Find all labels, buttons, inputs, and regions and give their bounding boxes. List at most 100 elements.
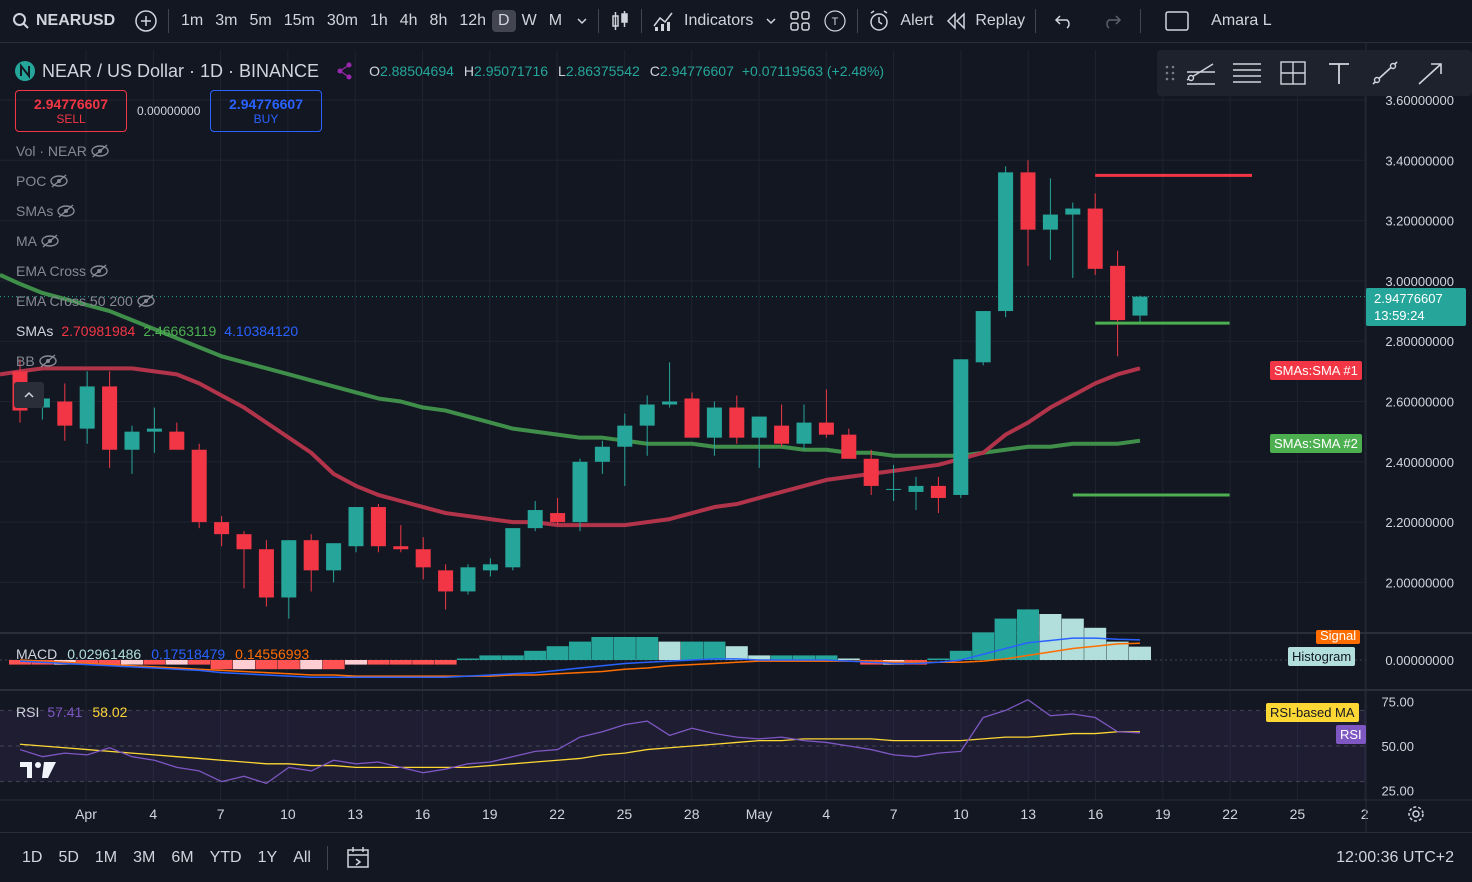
candle-down bbox=[169, 431, 185, 450]
range-all[interactable]: All bbox=[285, 849, 319, 867]
replay-button[interactable]: Replay bbox=[939, 0, 1031, 42]
close-value: 2.94776607 bbox=[659, 63, 734, 79]
candle-down bbox=[102, 386, 118, 450]
current-price-tag: 2.94776607 13:59:24 bbox=[1366, 288, 1466, 326]
time-axis-label: 28 bbox=[684, 806, 700, 822]
range-1m[interactable]: 1M bbox=[87, 849, 125, 867]
range-6m[interactable]: 6M bbox=[163, 849, 201, 867]
legend-ma[interactable]: MA bbox=[16, 233, 59, 249]
legend-smas-hidden[interactable]: SMAs bbox=[16, 203, 76, 219]
rsi-ma-tag: RSI-based MA bbox=[1266, 703, 1359, 722]
gear-icon[interactable] bbox=[1406, 804, 1426, 824]
sell-button[interactable]: 2.94776607 SELL bbox=[15, 90, 127, 132]
candle-up bbox=[348, 507, 364, 547]
timeframe-30m[interactable]: 30m bbox=[321, 10, 364, 32]
candle-down bbox=[930, 485, 946, 498]
rsi-axis-label: 50.00 bbox=[1381, 739, 1414, 754]
legend-rsi[interactable]: RSI 57.41 58.02 bbox=[16, 704, 127, 720]
chart-type-button[interactable] bbox=[603, 0, 637, 42]
eye-slash-icon[interactable] bbox=[90, 264, 108, 278]
symbol-name: NEARUSD bbox=[36, 12, 116, 29]
time-axis-label: 16 bbox=[1088, 806, 1104, 822]
trend-lines-icon[interactable] bbox=[1183, 58, 1219, 88]
arrow-icon[interactable] bbox=[1413, 58, 1449, 88]
timeframe-group: 1m 3m 5m 15m 30m 1h 4h 8h 12h D W M bbox=[173, 0, 570, 42]
timeframe-8h[interactable]: 8h bbox=[424, 10, 454, 32]
plus-circle-icon bbox=[135, 10, 157, 32]
timeframe-D[interactable]: D bbox=[492, 10, 516, 32]
undo-button[interactable] bbox=[1040, 0, 1088, 42]
divider bbox=[168, 9, 169, 33]
timeframe-M[interactable]: M bbox=[543, 10, 568, 32]
candle-down bbox=[729, 407, 745, 438]
legend-smas[interactable]: SMAs 2.70981984 2.46663119 4.10384120 bbox=[16, 323, 298, 339]
legend-bb[interactable]: BB bbox=[16, 353, 57, 369]
fib-retracement-icon[interactable] bbox=[1229, 58, 1265, 88]
rsi-axis-label: 25.00 bbox=[1381, 784, 1414, 799]
collapse-legend-button[interactable] bbox=[14, 382, 44, 408]
projection-icon[interactable] bbox=[1275, 58, 1311, 88]
candle-down bbox=[415, 549, 431, 568]
timeframe-12h[interactable]: 12h bbox=[453, 10, 492, 32]
candle-down bbox=[863, 458, 879, 486]
symbol-search[interactable]: NEARUSD bbox=[0, 0, 128, 42]
brush-icon[interactable] bbox=[1367, 58, 1403, 88]
legend-poc[interactable]: POC bbox=[16, 173, 69, 189]
eye-slash-icon[interactable] bbox=[57, 204, 76, 218]
legend-ema-cross[interactable]: EMA Cross bbox=[16, 263, 108, 279]
time-axis-label: 4 bbox=[149, 806, 157, 822]
drag-handle-icon[interactable] bbox=[1163, 62, 1177, 84]
chart-canvas[interactable]: 3.600000003.400000003.200000003.00000000… bbox=[0, 0, 1472, 881]
time-axis-label: 25 bbox=[1290, 806, 1306, 822]
text-icon[interactable] bbox=[1321, 58, 1357, 88]
time-axis-label: 22 bbox=[549, 806, 565, 822]
trading-button[interactable]: T bbox=[817, 0, 853, 42]
range-1d[interactable]: 1D bbox=[14, 849, 50, 867]
network-icon[interactable] bbox=[335, 61, 355, 81]
buy-button[interactable]: 2.94776607 BUY bbox=[210, 90, 322, 132]
user-name: Amara L bbox=[1211, 12, 1272, 29]
eye-slash-icon[interactable] bbox=[50, 174, 69, 188]
range-1y[interactable]: 1Y bbox=[250, 849, 286, 867]
eye-slash-icon[interactable] bbox=[38, 354, 57, 368]
legend-macd[interactable]: MACD 0.02961486 0.17518479 0.14556993 bbox=[16, 646, 309, 662]
timeframe-1h[interactable]: 1h bbox=[364, 10, 394, 32]
indicators-button[interactable]: Indicators bbox=[646, 0, 759, 42]
layout-button[interactable] bbox=[1145, 0, 1205, 42]
candle-down bbox=[214, 522, 230, 535]
macd-histogram-bar bbox=[434, 660, 457, 665]
macd-value-3: 0.14556993 bbox=[235, 646, 310, 662]
alert-button[interactable]: Alert bbox=[862, 0, 939, 42]
timeframe-15m[interactable]: 15m bbox=[278, 10, 321, 32]
candle-up bbox=[572, 461, 588, 523]
redo-button[interactable] bbox=[1088, 0, 1136, 42]
eye-slash-icon[interactable] bbox=[91, 144, 109, 158]
macd-value-1: 0.02961486 bbox=[67, 646, 142, 662]
timeframe-3m[interactable]: 3m bbox=[209, 10, 243, 32]
indicators-dropdown[interactable] bbox=[759, 0, 783, 42]
legend-vol[interactable]: Vol · NEAR bbox=[16, 143, 109, 159]
window-icon bbox=[1165, 11, 1189, 31]
timeframe-dropdown[interactable] bbox=[570, 0, 594, 42]
templates-button[interactable] bbox=[783, 0, 817, 42]
eye-slash-icon[interactable] bbox=[41, 234, 59, 248]
legend-ema-cross-2[interactable]: EMA Cross 50 200 bbox=[16, 293, 155, 309]
add-symbol-button[interactable] bbox=[128, 0, 164, 42]
timeframe-W[interactable]: W bbox=[516, 10, 543, 32]
clock[interactable]: 12:00:36 UTC+2 bbox=[1336, 849, 1472, 867]
timeframe-5m[interactable]: 5m bbox=[243, 10, 277, 32]
candle-down bbox=[550, 513, 566, 523]
macd-histogram-bar bbox=[1129, 646, 1151, 660]
range-ytd[interactable]: YTD bbox=[202, 849, 250, 867]
range-3m[interactable]: 3M bbox=[125, 849, 163, 867]
time-axis-label: 2 bbox=[1361, 806, 1369, 822]
time-axis-label: 10 bbox=[953, 806, 969, 822]
indicators-icon bbox=[653, 12, 673, 31]
user-menu[interactable]: Amara L bbox=[1205, 0, 1277, 42]
calendar-range-icon[interactable] bbox=[346, 846, 372, 870]
timeframe-4h[interactable]: 4h bbox=[394, 10, 424, 32]
low-label: L bbox=[558, 63, 566, 79]
eye-slash-icon[interactable] bbox=[137, 294, 155, 308]
timeframe-1m[interactable]: 1m bbox=[175, 10, 209, 32]
range-5d[interactable]: 5D bbox=[50, 849, 86, 867]
